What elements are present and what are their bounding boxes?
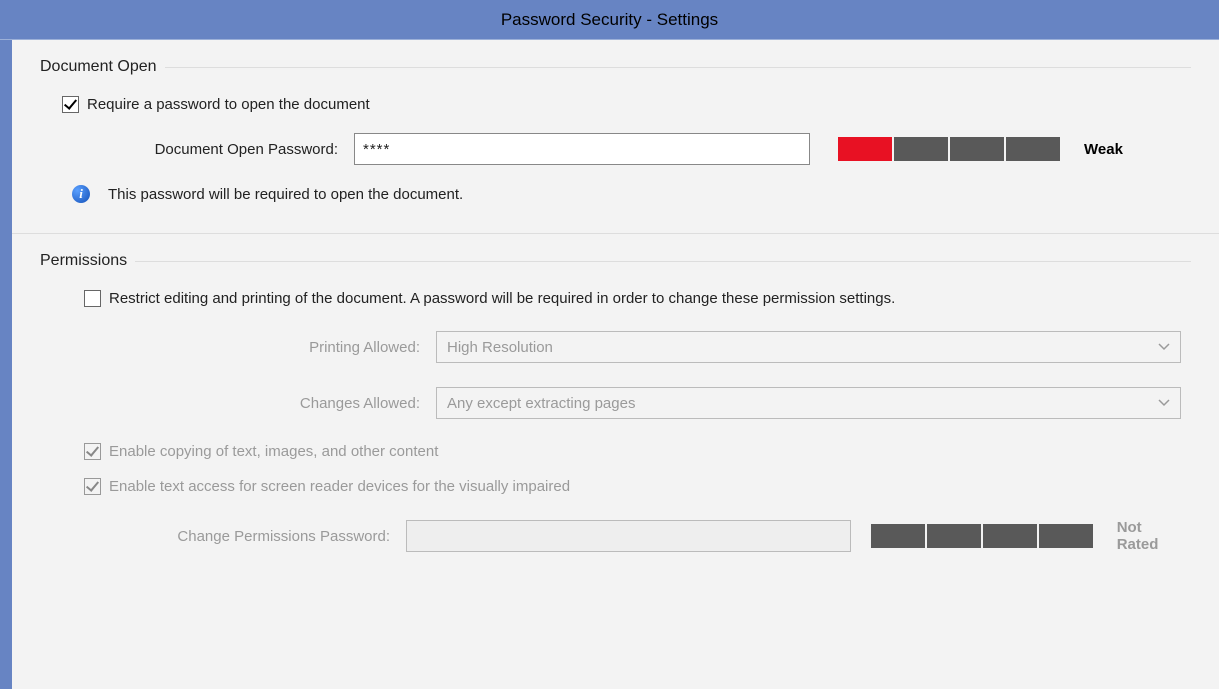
change-pwd-strength-label: Not Rated: [1117, 519, 1181, 553]
section-divider: [165, 67, 1191, 68]
printing-allowed-label: Printing Allowed:: [62, 339, 436, 356]
strength-seg-3: [950, 137, 1004, 161]
strength-seg-3: [983, 524, 1037, 548]
chevron-down-icon: [1158, 341, 1170, 353]
require-password-checkbox[interactable]: [62, 96, 79, 113]
strength-seg-4: [1039, 524, 1093, 548]
strength-seg-4: [1006, 137, 1060, 161]
open-password-strength-meter: [838, 137, 1060, 161]
restrict-editing-checkbox[interactable]: [84, 290, 101, 307]
open-password-input[interactable]: [354, 133, 810, 165]
enable-copying-label: Enable copying of text, images, and othe…: [109, 443, 438, 460]
printing-allowed-select: High Resolution: [436, 331, 1181, 363]
change-permissions-pwd-input: [406, 520, 851, 552]
section-title-permissions: Permissions: [40, 252, 127, 270]
changes-allowed-value: Any except extracting pages: [447, 395, 635, 412]
section-document-open: Document Open Require a password to open…: [12, 40, 1219, 223]
require-password-row: Require a password to open the document: [62, 96, 1181, 113]
window-title: Password Security - Settings: [501, 10, 718, 30]
enable-access-checkbox: [84, 478, 101, 495]
enable-copying-checkbox: [84, 443, 101, 460]
strength-seg-1: [838, 137, 892, 161]
section-permissions: Permissions Restrict editing and printin…: [12, 234, 1219, 573]
changes-allowed-select: Any except extracting pages: [436, 387, 1181, 419]
change-permissions-pwd-row: Change Permissions Password: Not Rated: [62, 519, 1181, 553]
strength-seg-2: [927, 524, 981, 548]
window-titlebar: Password Security - Settings: [0, 0, 1219, 40]
open-password-info-row: i This password will be required to open…: [62, 185, 1181, 203]
change-pwd-strength-meter: [871, 524, 1093, 548]
info-icon: i: [72, 185, 90, 203]
open-password-label: Document Open Password:: [64, 141, 354, 158]
enable-copying-row: Enable copying of text, images, and othe…: [84, 443, 1181, 460]
printing-allowed-value: High Resolution: [447, 339, 553, 356]
enable-access-row: Enable text access for screen reader dev…: [84, 478, 1181, 495]
enable-access-label: Enable text access for screen reader dev…: [109, 478, 570, 495]
open-password-row: Document Open Password: Weak: [64, 133, 1181, 165]
section-title-document-open: Document Open: [40, 58, 157, 76]
section-divider: [135, 261, 1191, 262]
changes-allowed-label: Changes Allowed:: [62, 395, 436, 412]
dialog-content: Document Open Require a password to open…: [0, 40, 1219, 689]
open-password-strength-label: Weak: [1084, 141, 1123, 158]
restrict-editing-row: Restrict editing and printing of the doc…: [84, 290, 1181, 307]
section-header-permissions: Permissions: [40, 252, 1191, 270]
open-password-info-text: This password will be required to open t…: [108, 186, 463, 203]
require-password-label[interactable]: Require a password to open the document: [87, 96, 370, 113]
chevron-down-icon: [1158, 397, 1170, 409]
section-header-document-open: Document Open: [40, 58, 1191, 76]
printing-allowed-row: Printing Allowed: High Resolution: [62, 331, 1181, 363]
strength-seg-2: [894, 137, 948, 161]
changes-allowed-row: Changes Allowed: Any except extracting p…: [62, 387, 1181, 419]
change-permissions-pwd-label: Change Permissions Password:: [62, 528, 406, 545]
restrict-editing-label[interactable]: Restrict editing and printing of the doc…: [109, 290, 895, 307]
strength-seg-1: [871, 524, 925, 548]
